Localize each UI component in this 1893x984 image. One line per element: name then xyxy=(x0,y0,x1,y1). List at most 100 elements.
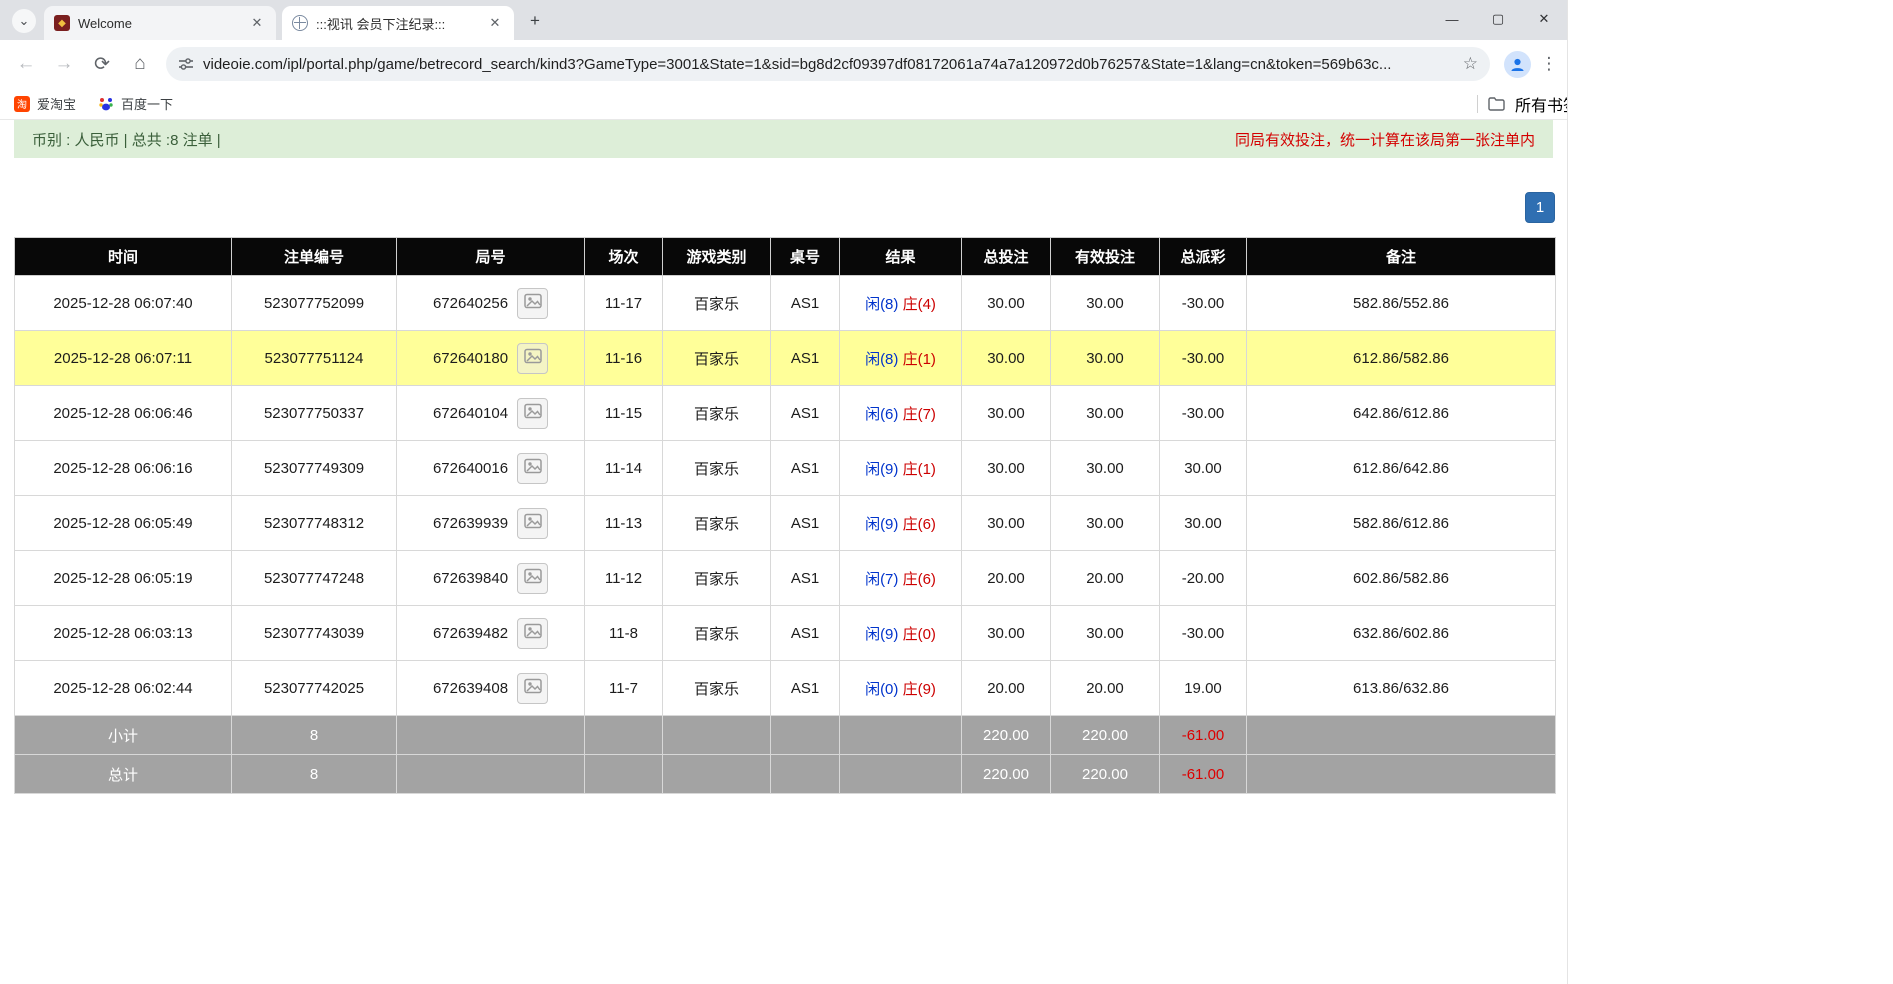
column-header: 局号 xyxy=(397,238,585,276)
minimize-button[interactable]: — xyxy=(1429,0,1475,38)
result-banker: 庄(4) xyxy=(903,296,936,313)
forward-icon[interactable]: → xyxy=(46,46,82,82)
table-id-cell: AS1 xyxy=(771,276,840,331)
tab-close-icon[interactable]: ✕ xyxy=(248,14,266,32)
back-icon[interactable]: ← xyxy=(8,46,44,82)
maximize-button[interactable]: ▢ xyxy=(1475,0,1521,38)
game-type-cell: 百家乐 xyxy=(663,276,771,331)
footer-label-cell: 总计 xyxy=(15,755,232,794)
tab-search-chevron-icon[interactable]: ⌄ xyxy=(12,9,36,33)
bet-time-cell: 2025-12-28 06:06:46 xyxy=(15,386,232,441)
result-player: 闲(9) xyxy=(865,516,898,533)
home-icon[interactable]: ⌂ xyxy=(122,46,158,82)
site-settings-tune-icon[interactable] xyxy=(178,56,194,72)
bet-record-row: 2025-12-28 06:06:46523077750337672640104… xyxy=(15,386,1556,441)
payout-cell: 19.00 xyxy=(1160,661,1247,716)
result-player: 闲(9) xyxy=(865,626,898,643)
all-bookmarks-group[interactable]: 所有书签 xyxy=(1477,92,1568,116)
round-preview-button[interactable] xyxy=(517,508,548,539)
navigation-bar: ← → ⟳ ⌂ videoie.com/ipl/portal.php/game/… xyxy=(0,40,1567,88)
round-id-cell: 672640104 xyxy=(397,386,585,441)
footer-valid-bet-cell: 220.00 xyxy=(1051,755,1160,794)
bookmark-aitaobao[interactable]: 淘 爱淘宝 xyxy=(14,94,76,113)
total-bet-cell[interactable]: 30.00 xyxy=(962,496,1051,551)
payout-cell: -30.00 xyxy=(1160,386,1247,441)
tab-close-icon[interactable]: ✕ xyxy=(486,14,504,32)
total-bet-cell[interactable]: 30.00 xyxy=(962,606,1051,661)
result-player: 闲(0) xyxy=(865,681,898,698)
page-1-button[interactable]: 1 xyxy=(1525,192,1555,223)
footer-total-bet-cell: 220.00 xyxy=(962,716,1051,755)
column-header: 场次 xyxy=(585,238,663,276)
game-type-cell: 百家乐 xyxy=(663,331,771,386)
valid-bet-cell: 30.00 xyxy=(1051,276,1160,331)
round-preview-button[interactable] xyxy=(517,618,548,649)
footer-label-cell: 小计 xyxy=(15,716,232,755)
address-bar[interactable]: videoie.com/ipl/portal.php/game/betrecor… xyxy=(166,47,1490,81)
total-bet-cell[interactable]: 30.00 xyxy=(962,276,1051,331)
round-preview-button[interactable] xyxy=(517,343,548,374)
round-wrap: 672639408 xyxy=(397,673,584,704)
note-cell: 613.86/632.86 xyxy=(1247,661,1556,716)
column-header: 备注 xyxy=(1247,238,1556,276)
round-id-cell: 672640256 xyxy=(397,276,585,331)
footer-empty-cell xyxy=(585,716,663,755)
round-preview-button[interactable] xyxy=(517,563,548,594)
total-bet-cell[interactable]: 20.00 xyxy=(962,551,1051,606)
round-id-cell: 672640016 xyxy=(397,441,585,496)
column-header: 注单编号 xyxy=(232,238,397,276)
game-type-cell: 百家乐 xyxy=(663,386,771,441)
total-bet-cell[interactable]: 30.00 xyxy=(962,386,1051,441)
valid-bet-cell: 30.00 xyxy=(1051,441,1160,496)
payout-cell: -20.00 xyxy=(1160,551,1247,606)
round-id-text: 672640016 xyxy=(433,460,508,477)
browser-window: ⌄ ◆ Welcome ✕ :::视讯 会员下注纪录::: ✕ + — ▢ ✕ … xyxy=(0,0,1568,984)
tab-bet-record[interactable]: :::视讯 会员下注纪录::: ✕ xyxy=(282,6,514,40)
game-type-cell: 百家乐 xyxy=(663,551,771,606)
bookmark-star-icon[interactable]: ☆ xyxy=(1463,54,1478,74)
url-text[interactable]: videoie.com/ipl/portal.php/game/betrecor… xyxy=(203,56,1454,73)
round-preview-icon xyxy=(524,458,542,478)
total-bet-cell[interactable]: 20.00 xyxy=(962,661,1051,716)
round-id-cell: 672639482 xyxy=(397,606,585,661)
column-header: 总派彩 xyxy=(1160,238,1247,276)
session-cell: 11-13 xyxy=(585,496,663,551)
bet-id-cell: 523077750337 xyxy=(232,386,397,441)
profile-avatar[interactable] xyxy=(1504,51,1531,78)
bookmarks-divider xyxy=(1477,95,1478,113)
notice-text: 同局有效投注，统一计算在该局第一张注单内 xyxy=(1235,129,1535,150)
result-player: 闲(9) xyxy=(865,461,898,478)
footer-total-bet-cell: 220.00 xyxy=(962,755,1051,794)
total-bet-cell[interactable]: 30.00 xyxy=(962,331,1051,386)
round-id-text: 672639408 xyxy=(433,680,508,697)
session-cell: 11-12 xyxy=(585,551,663,606)
payout-cell: -30.00 xyxy=(1160,276,1247,331)
tab-title: :::视讯 会员下注纪录::: xyxy=(316,14,478,33)
result-cell: 闲(6) 庄(7) xyxy=(840,386,962,441)
total-bet-cell[interactable]: 30.00 xyxy=(962,441,1051,496)
browser-menu-icon[interactable]: ⋮ xyxy=(1539,54,1559,74)
table-id-cell: AS1 xyxy=(771,386,840,441)
close-button[interactable]: ✕ xyxy=(1521,0,1567,38)
tab-welcome[interactable]: ◆ Welcome ✕ xyxy=(44,6,276,40)
footer-empty-cell xyxy=(585,755,663,794)
session-cell: 11-7 xyxy=(585,661,663,716)
round-preview-button[interactable] xyxy=(517,453,548,484)
bet-time-cell: 2025-12-28 06:07:40 xyxy=(15,276,232,331)
footer-valid-bet-cell: 220.00 xyxy=(1051,716,1160,755)
table-id-cell: AS1 xyxy=(771,551,840,606)
new-tab-button[interactable]: + xyxy=(522,8,548,34)
payout-cell: -30.00 xyxy=(1160,606,1247,661)
subtotal-row: 小计8220.00220.00-61.00 xyxy=(15,716,1556,755)
round-preview-button[interactable] xyxy=(517,673,548,704)
bookmark-baidu[interactable]: 百度一下 xyxy=(98,94,173,113)
round-wrap: 672640104 xyxy=(397,398,584,429)
result-cell: 闲(8) 庄(4) xyxy=(840,276,962,331)
footer-empty-cell xyxy=(840,755,962,794)
reload-icon[interactable]: ⟳ xyxy=(84,46,120,82)
result-cell: 闲(7) 庄(6) xyxy=(840,551,962,606)
result-cell: 闲(0) 庄(9) xyxy=(840,661,962,716)
round-preview-button[interactable] xyxy=(517,398,548,429)
footer-empty-cell xyxy=(1247,716,1556,755)
round-preview-button[interactable] xyxy=(517,288,548,319)
